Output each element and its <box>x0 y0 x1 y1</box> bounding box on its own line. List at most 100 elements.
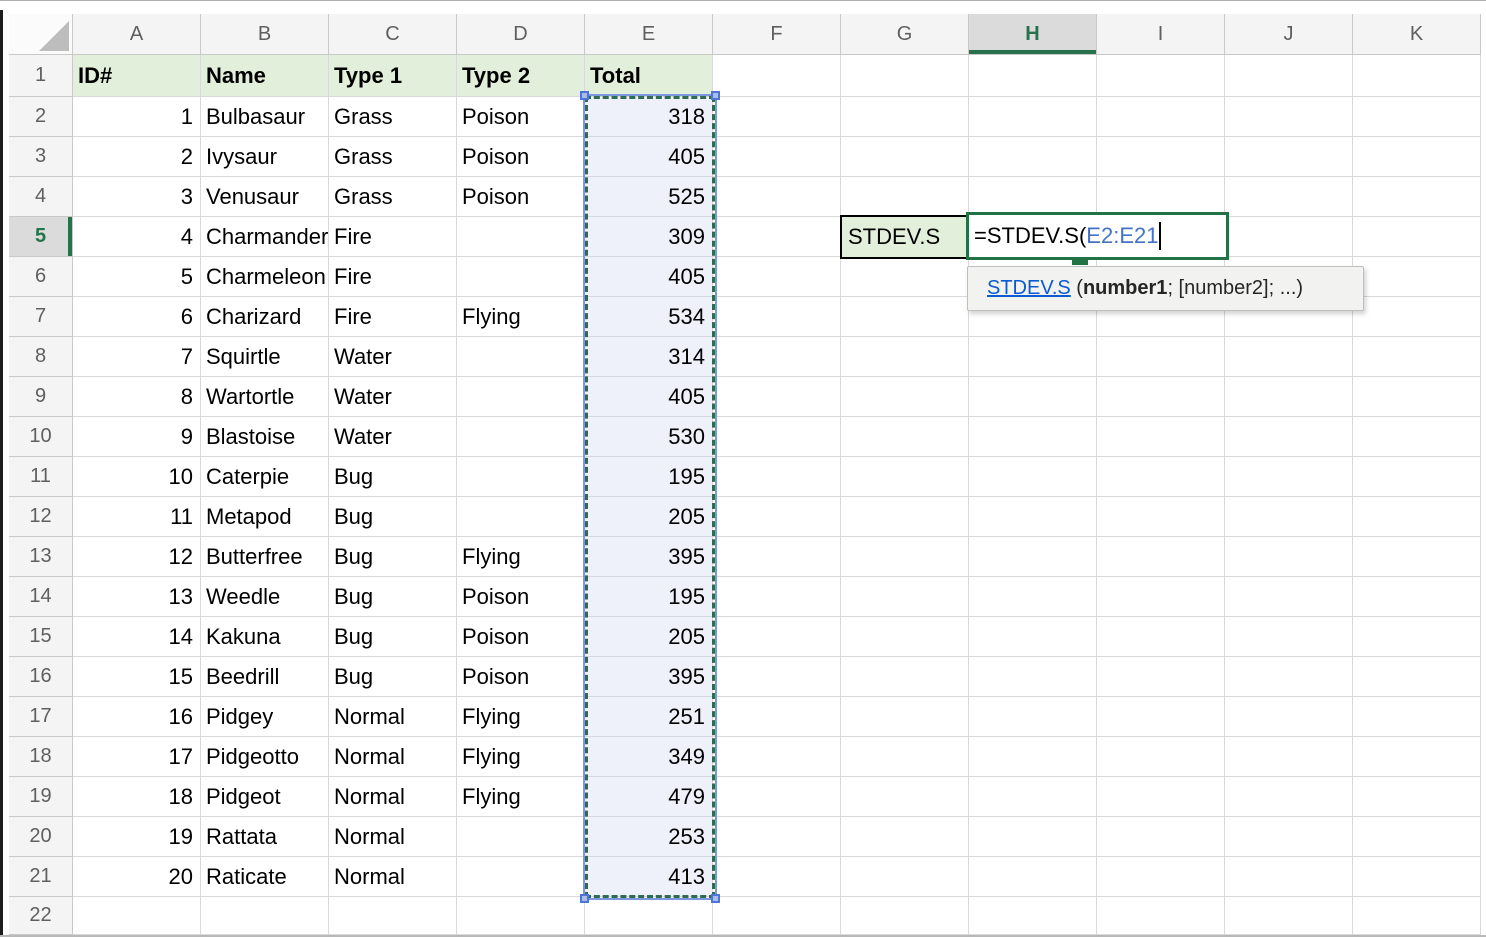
cell-G3[interactable] <box>841 137 969 177</box>
cell-B4[interactable]: Venusaur <box>201 177 329 217</box>
cell-G2[interactable] <box>841 97 969 137</box>
row-header-21[interactable]: 21 <box>9 857 73 897</box>
column-header-J[interactable]: J <box>1225 14 1353 55</box>
cell-J20[interactable] <box>1225 817 1353 857</box>
cell-C19[interactable]: Normal <box>329 777 457 817</box>
cell-B11[interactable]: Caterpie <box>201 457 329 497</box>
cell-H13[interactable] <box>969 537 1097 577</box>
cell-B6[interactable]: Charmeleon <box>201 257 329 297</box>
cell-I12[interactable] <box>1097 497 1225 537</box>
cell-J3[interactable] <box>1225 137 1353 177</box>
cell-B8[interactable]: Squirtle <box>201 337 329 377</box>
cell-J8[interactable] <box>1225 337 1353 377</box>
column-header-G[interactable]: G <box>841 14 969 55</box>
cell-C18[interactable]: Normal <box>329 737 457 777</box>
column-header-D[interactable]: D <box>457 14 585 55</box>
row-header-10[interactable]: 10 <box>9 417 73 457</box>
column-header-A[interactable]: A <box>73 14 201 55</box>
row-header-14[interactable]: 14 <box>9 577 73 617</box>
cell-H2[interactable] <box>969 97 1097 137</box>
cell-J19[interactable] <box>1225 777 1353 817</box>
cell-H4[interactable] <box>969 177 1097 217</box>
cell-E3[interactable]: 405 <box>585 137 713 177</box>
cell-C16[interactable]: Bug <box>329 657 457 697</box>
cell-J13[interactable] <box>1225 537 1353 577</box>
cell-H22[interactable] <box>969 897 1097 935</box>
cell-D15[interactable]: Poison <box>457 617 585 657</box>
cell-E18[interactable]: 349 <box>585 737 713 777</box>
cell-H10[interactable] <box>969 417 1097 457</box>
cell-E17[interactable]: 251 <box>585 697 713 737</box>
cell-B7[interactable]: Charizard <box>201 297 329 337</box>
row-header-19[interactable]: 19 <box>9 777 73 817</box>
row-header-13[interactable]: 13 <box>9 537 73 577</box>
cell-E5[interactable]: 309 <box>585 217 713 257</box>
cell-K7[interactable] <box>1353 297 1481 337</box>
cell-F15[interactable] <box>713 617 841 657</box>
cell-A14[interactable]: 13 <box>73 577 201 617</box>
row-header-8[interactable]: 8 <box>9 337 73 377</box>
cell-J4[interactable] <box>1225 177 1353 217</box>
cell-H17[interactable] <box>969 697 1097 737</box>
cell-F10[interactable] <box>713 417 841 457</box>
cell-H11[interactable] <box>969 457 1097 497</box>
cell-G17[interactable] <box>841 697 969 737</box>
cell-A19[interactable]: 18 <box>73 777 201 817</box>
cell-E14[interactable]: 195 <box>585 577 713 617</box>
cell-J22[interactable] <box>1225 897 1353 935</box>
cell-E11[interactable]: 195 <box>585 457 713 497</box>
column-header-I[interactable]: I <box>1097 14 1225 55</box>
cell-G18[interactable] <box>841 737 969 777</box>
row-header-15[interactable]: 15 <box>9 617 73 657</box>
cell-K1[interactable] <box>1353 55 1481 97</box>
cell-B13[interactable]: Butterfree <box>201 537 329 577</box>
cell-C1[interactable]: Type 1 <box>329 55 457 97</box>
cell-G4[interactable] <box>841 177 969 217</box>
cell-H5-formula-editor[interactable]: =STDEV.S(E2:E21 <box>966 212 1229 260</box>
cell-G7[interactable] <box>841 297 969 337</box>
cell-E8[interactable]: 314 <box>585 337 713 377</box>
cell-C12[interactable]: Bug <box>329 497 457 537</box>
cell-C22[interactable] <box>329 897 457 935</box>
cell-H19[interactable] <box>969 777 1097 817</box>
cell-H1[interactable] <box>969 55 1097 97</box>
cell-J1[interactable] <box>1225 55 1353 97</box>
cell-A1[interactable]: ID# <box>73 55 201 97</box>
cell-A2[interactable]: 1 <box>73 97 201 137</box>
cell-G21[interactable] <box>841 857 969 897</box>
cell-F20[interactable] <box>713 817 841 857</box>
cell-A18[interactable]: 17 <box>73 737 201 777</box>
cell-F16[interactable] <box>713 657 841 697</box>
cell-K15[interactable] <box>1353 617 1481 657</box>
cell-K22[interactable] <box>1353 897 1481 935</box>
function-name-link[interactable]: STDEV.S <box>987 277 1071 300</box>
cell-G6[interactable] <box>841 257 969 297</box>
cell-D14[interactable]: Poison <box>457 577 585 617</box>
cell-K4[interactable] <box>1353 177 1481 217</box>
cell-C7[interactable]: Fire <box>329 297 457 337</box>
cell-D18[interactable]: Flying <box>457 737 585 777</box>
cell-H12[interactable] <box>969 497 1097 537</box>
cell-C5[interactable]: Fire <box>329 217 457 257</box>
cell-E12[interactable]: 205 <box>585 497 713 537</box>
cell-K14[interactable] <box>1353 577 1481 617</box>
cell-A12[interactable]: 11 <box>73 497 201 537</box>
cell-C14[interactable]: Bug <box>329 577 457 617</box>
cell-C8[interactable]: Water <box>329 337 457 377</box>
cell-I22[interactable] <box>1097 897 1225 935</box>
cell-D5[interactable] <box>457 217 585 257</box>
cell-D22[interactable] <box>457 897 585 935</box>
cell-F19[interactable] <box>713 777 841 817</box>
cell-B3[interactable]: Ivysaur <box>201 137 329 177</box>
cell-F8[interactable] <box>713 337 841 377</box>
row-header-6[interactable]: 6 <box>9 257 73 297</box>
cell-E22[interactable] <box>585 897 713 935</box>
row-header-3[interactable]: 3 <box>9 137 73 177</box>
cell-I21[interactable] <box>1097 857 1225 897</box>
cell-I15[interactable] <box>1097 617 1225 657</box>
cell-E15[interactable]: 205 <box>585 617 713 657</box>
cell-J15[interactable] <box>1225 617 1353 657</box>
cell-D9[interactable] <box>457 377 585 417</box>
cell-K18[interactable] <box>1353 737 1481 777</box>
cell-A20[interactable]: 19 <box>73 817 201 857</box>
